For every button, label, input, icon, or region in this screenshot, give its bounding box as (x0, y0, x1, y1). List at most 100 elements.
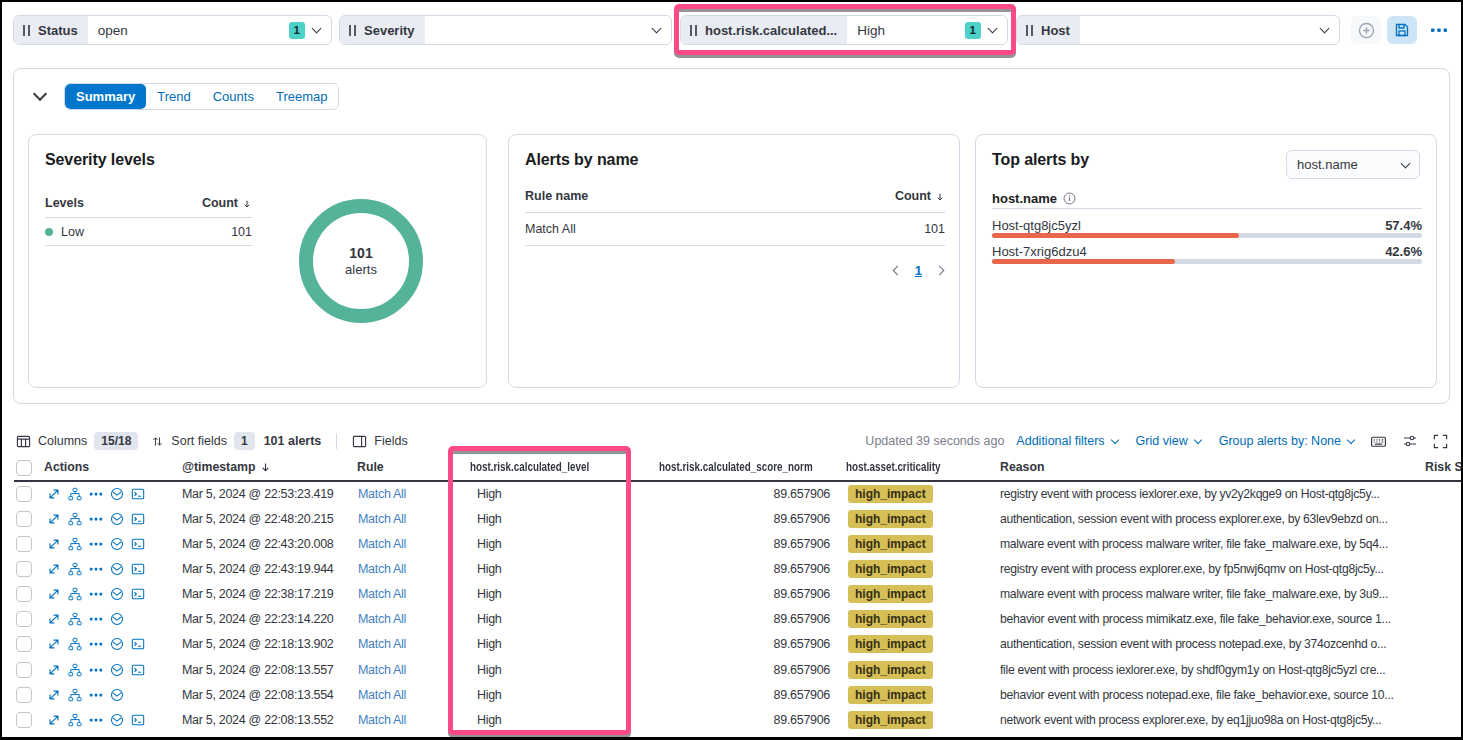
row-checkbox[interactable] (16, 662, 32, 678)
analyzer-icon[interactable] (68, 487, 82, 501)
cell-rule-link[interactable]: Match All (358, 507, 406, 532)
more-actions-icon[interactable] (89, 663, 103, 677)
expand-icon[interactable] (47, 487, 61, 501)
session-view-icon[interactable] (110, 587, 124, 601)
col-count[interactable]: Count (895, 189, 945, 203)
col-rule[interactable]: Rule (357, 455, 384, 480)
more-actions-icon[interactable] (89, 587, 103, 601)
row-checkbox[interactable] (16, 536, 32, 552)
more-actions-icon[interactable] (89, 637, 103, 651)
expand-icon[interactable] (47, 688, 61, 702)
analyzer-icon[interactable] (68, 512, 82, 526)
analyzer-icon[interactable] (68, 713, 82, 727)
analyzer-icon[interactable] (68, 587, 82, 601)
session-view-icon[interactable] (110, 612, 124, 626)
row-checkbox[interactable] (16, 636, 32, 652)
row-checkbox[interactable] (16, 561, 32, 577)
sort-fields-label[interactable]: Sort fields (171, 434, 227, 448)
columns-label[interactable]: Columns (38, 434, 87, 448)
session-view-icon[interactable] (110, 663, 124, 677)
cell-rule-link[interactable]: Match All (358, 683, 406, 708)
prev-page-icon[interactable] (892, 266, 902, 276)
col-criticality[interactable]: host.asset.criticality (846, 455, 964, 480)
terminal-icon[interactable] (131, 537, 145, 551)
filter-status[interactable]: Status open 1 (13, 15, 332, 45)
session-view-icon[interactable] (110, 537, 124, 551)
more-actions-icon[interactable] (89, 612, 103, 626)
analyzer-icon[interactable] (68, 688, 82, 702)
fullscreen-icon[interactable] (1433, 434, 1448, 449)
session-view-icon[interactable] (110, 562, 124, 576)
tab-counts[interactable]: Counts (202, 84, 265, 109)
analyzer-icon[interactable] (68, 612, 82, 626)
expand-icon[interactable] (47, 637, 61, 651)
tab-summary[interactable]: Summary (65, 84, 146, 109)
analyzer-icon[interactable] (68, 637, 82, 651)
col-reason[interactable]: Reason (1000, 455, 1044, 480)
more-actions-icon[interactable] (89, 487, 103, 501)
more-actions-icon[interactable] (89, 512, 103, 526)
expand-icon[interactable] (47, 537, 61, 551)
col-risk[interactable]: Risk Score (1425, 455, 1463, 480)
session-view-icon[interactable] (110, 487, 124, 501)
terminal-icon[interactable] (131, 487, 145, 501)
terminal-icon[interactable] (131, 587, 145, 601)
cell-rule-link[interactable]: Match All (358, 557, 406, 582)
cell-rule-link[interactable]: Match All (358, 607, 406, 632)
row-checkbox[interactable] (16, 511, 32, 527)
expand-icon[interactable] (47, 612, 61, 626)
filter-host-risk-level[interactable]: host.risk.calculated... High 1 (680, 15, 1008, 45)
expand-icon[interactable] (47, 663, 61, 677)
cell-rule-link[interactable]: Match All (358, 582, 406, 607)
expand-icon[interactable] (47, 562, 61, 576)
row-checkbox[interactable] (16, 486, 32, 502)
row-checkbox[interactable] (16, 712, 32, 728)
col-risk-score[interactable]: host.risk.calculated_score_norm (659, 455, 851, 480)
more-options-icon[interactable] (1426, 22, 1452, 38)
group-alerts-button[interactable]: Group alerts by: None (1219, 434, 1354, 448)
expand-icon[interactable] (47, 587, 61, 601)
filter-severity[interactable]: Severity (339, 15, 672, 45)
terminal-icon[interactable] (131, 663, 145, 677)
analyzer-icon[interactable] (68, 663, 82, 677)
keyboard-shortcuts-icon[interactable] (1370, 433, 1387, 450)
col-count[interactable]: Count (202, 196, 252, 210)
session-view-icon[interactable] (110, 713, 124, 727)
select-all-checkbox[interactable] (16, 460, 32, 476)
next-page-icon[interactable] (935, 266, 945, 276)
top-alerts-field-select[interactable]: host.name (1286, 150, 1420, 179)
terminal-icon[interactable] (131, 637, 145, 651)
more-actions-icon[interactable] (89, 713, 103, 727)
cell-rule-link[interactable]: Match All (358, 532, 406, 557)
filter-host[interactable]: Host (1016, 15, 1340, 45)
save-query-button[interactable] (1387, 16, 1417, 44)
more-actions-icon[interactable] (89, 688, 103, 702)
session-view-icon[interactable] (110, 637, 124, 651)
terminal-icon[interactable] (131, 512, 145, 526)
cell-rule-link[interactable]: Match All (358, 658, 406, 683)
page-1-link[interactable]: 1 (915, 263, 922, 278)
terminal-icon[interactable] (131, 562, 145, 576)
cell-rule-link[interactable]: Match All (358, 482, 406, 507)
cell-rule-link[interactable]: Match All (358, 632, 406, 657)
row-checkbox[interactable] (16, 586, 32, 602)
cell-rule-link[interactable]: Match All (358, 708, 406, 733)
session-view-icon[interactable] (110, 512, 124, 526)
additional-filters-button[interactable]: Additional filters (1016, 434, 1117, 448)
analyzer-icon[interactable] (68, 537, 82, 551)
more-actions-icon[interactable] (89, 537, 103, 551)
tab-treemap[interactable]: Treemap (265, 84, 339, 109)
add-filter-button[interactable] (1351, 16, 1381, 44)
col-risk-level[interactable]: host.risk.calculated_level (470, 455, 619, 480)
row-checkbox[interactable] (16, 687, 32, 703)
fields-label[interactable]: Fields (374, 434, 407, 448)
display-options-icon[interactable] (1402, 433, 1418, 449)
analyzer-icon[interactable] (68, 562, 82, 576)
row-checkbox[interactable] (16, 611, 32, 627)
tab-trend[interactable]: Trend (146, 84, 201, 109)
session-view-icon[interactable] (110, 688, 124, 702)
expand-icon[interactable] (47, 512, 61, 526)
grid-view-button[interactable]: Grid view (1136, 434, 1201, 448)
terminal-icon[interactable] (131, 713, 145, 727)
expand-icon[interactable] (47, 713, 61, 727)
